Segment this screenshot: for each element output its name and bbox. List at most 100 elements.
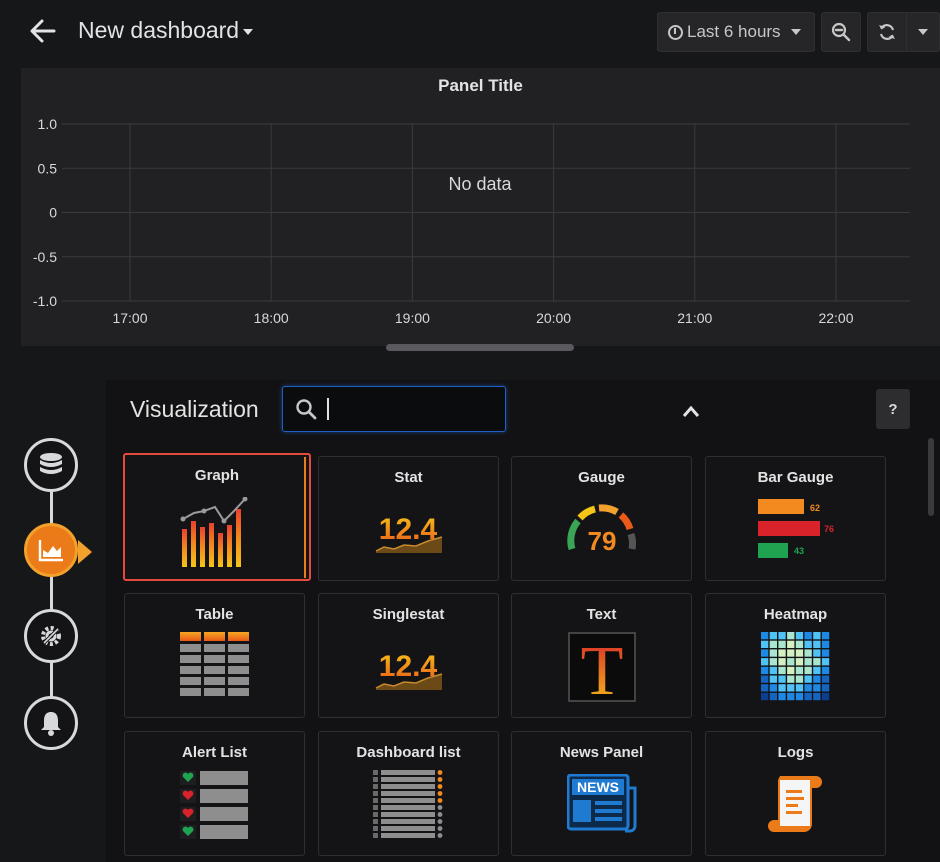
heatmap-cell [769,649,777,657]
star-icon [437,812,442,817]
viz-card-stat[interactable]: Stat 12.4 [318,456,499,581]
heatmap-cell [786,649,794,657]
viz-card-label: Alert List [181,744,247,761]
viz-card-bar-gauge[interactable]: Bar Gauge 62 76 43 [705,456,886,581]
heatmap-cell [760,684,768,692]
heatmap-cell [769,675,777,683]
heatmap-cell [795,649,803,657]
refresh-interval-dropdown[interactable] [906,12,940,52]
news-preview-label: NEWS [577,779,619,795]
time-range-picker[interactable]: Last 6 hours [657,12,815,52]
panel-resize-handle[interactable] [386,344,574,351]
top-bar: New dashboard Last 6 hours [0,0,940,64]
list-row [380,826,435,831]
refresh-button[interactable] [867,12,907,52]
heatmap-cell [804,684,812,692]
graph-viz-icon [180,497,248,567]
viz-card-graph[interactable]: Graph [123,453,311,581]
viz-card-label: Heatmap [763,606,828,623]
chevron-up-icon[interactable] [682,404,700,418]
singlestat-viz-icon: 12.4 [375,650,442,690]
heatmap-cell [786,640,794,648]
heatmap-cell [769,640,777,648]
heatmap-cell [786,675,794,683]
gauge-viz-icon: 79 [566,504,636,556]
viz-card-table[interactable]: Table [124,593,305,718]
viz-card-heatmap[interactable]: Heatmap [705,593,886,718]
heatmap-cell [786,692,794,701]
heatmap-cell [769,692,777,701]
heatmap-cell [795,684,803,692]
heatmap-cell [760,675,768,683]
chevron-down-icon[interactable] [243,29,253,35]
star-icon [437,826,442,831]
heatmap-cell [760,649,768,657]
viz-card-dashboard-list[interactable]: Dashboard list [318,731,499,856]
active-tab-pointer [78,540,92,564]
dashboard-title[interactable]: New dashboard [78,17,239,44]
star-icon [437,833,442,838]
viz-card-label: Singlestat [372,606,445,623]
heatmap-cell [769,658,777,666]
list-row [380,770,435,775]
star-icon [437,791,442,796]
viz-card-news-panel[interactable]: News Panel NEWS [511,731,692,856]
viz-card-text[interactable]: Text T [511,593,692,718]
list-bullet [372,805,378,810]
list-row [380,791,435,796]
viz-card-gauge[interactable]: Gauge 79 [511,456,692,581]
heatmap-cell [786,666,794,675]
zoom-out-button[interactable] [821,12,861,52]
time-range-label: Last 6 hours [687,22,781,41]
search-input[interactable] [325,398,495,420]
list-row [380,784,435,789]
heatmap-cell [769,666,777,675]
heatmap-cell [795,632,803,640]
visualization-label: Visualization [130,396,259,422]
heatmap-cell [804,666,812,675]
alert-tab-button[interactable] [24,696,78,750]
viz-card-singlestat[interactable]: Singlestat 12.4 [318,593,499,718]
general-tab-button[interactable] [24,609,78,663]
list-row [380,805,435,810]
y-tick-label: -1.0 [33,293,57,309]
list-bullet [372,819,378,824]
queries-tab-button[interactable] [24,438,78,492]
y-tick-label: -0.5 [33,249,57,265]
x-tick-label: 19:00 [395,310,430,326]
heatmap-cell [795,640,803,648]
chevron-down-icon [790,29,801,35]
heatmap-cell [760,692,768,701]
viz-card-label: Stat [394,469,423,486]
list-bullet [372,826,378,831]
help-button[interactable]: ? [876,389,910,429]
heatmap-cell [777,692,786,701]
visualization-tab-button[interactable] [24,523,78,577]
chevron-down-icon [918,29,928,35]
viz-card-alert-list[interactable]: Alert List [124,731,305,856]
list-bullet [372,777,378,782]
heatmap-cell [804,649,812,657]
y-tick-label: 1.0 [38,116,58,132]
star-icon [437,798,442,803]
heatmap-cell [777,684,786,692]
back-arrow-icon[interactable] [26,14,60,48]
heatmap-cell [812,632,820,640]
list-bullet [372,833,378,838]
heatmap-cell [795,666,803,675]
heatmap-cell [821,658,829,666]
text-cursor [327,398,329,420]
bar-gauge-value-2: 76 [824,524,834,534]
viz-card-logs[interactable]: Logs [705,731,886,856]
gauge-preview-value: 79 [587,526,616,556]
list-bullet [372,812,378,817]
heatmap-cell [777,666,786,675]
heatmap-cell [804,632,812,640]
star-icon [437,784,442,789]
heatmap-cell [821,675,829,683]
visualization-search[interactable] [282,386,506,432]
heatmap-cell [777,632,786,640]
x-tick-label: 18:00 [254,310,289,326]
dashboard-list-viz-icon [372,770,442,838]
scrollbar[interactable] [928,438,934,516]
